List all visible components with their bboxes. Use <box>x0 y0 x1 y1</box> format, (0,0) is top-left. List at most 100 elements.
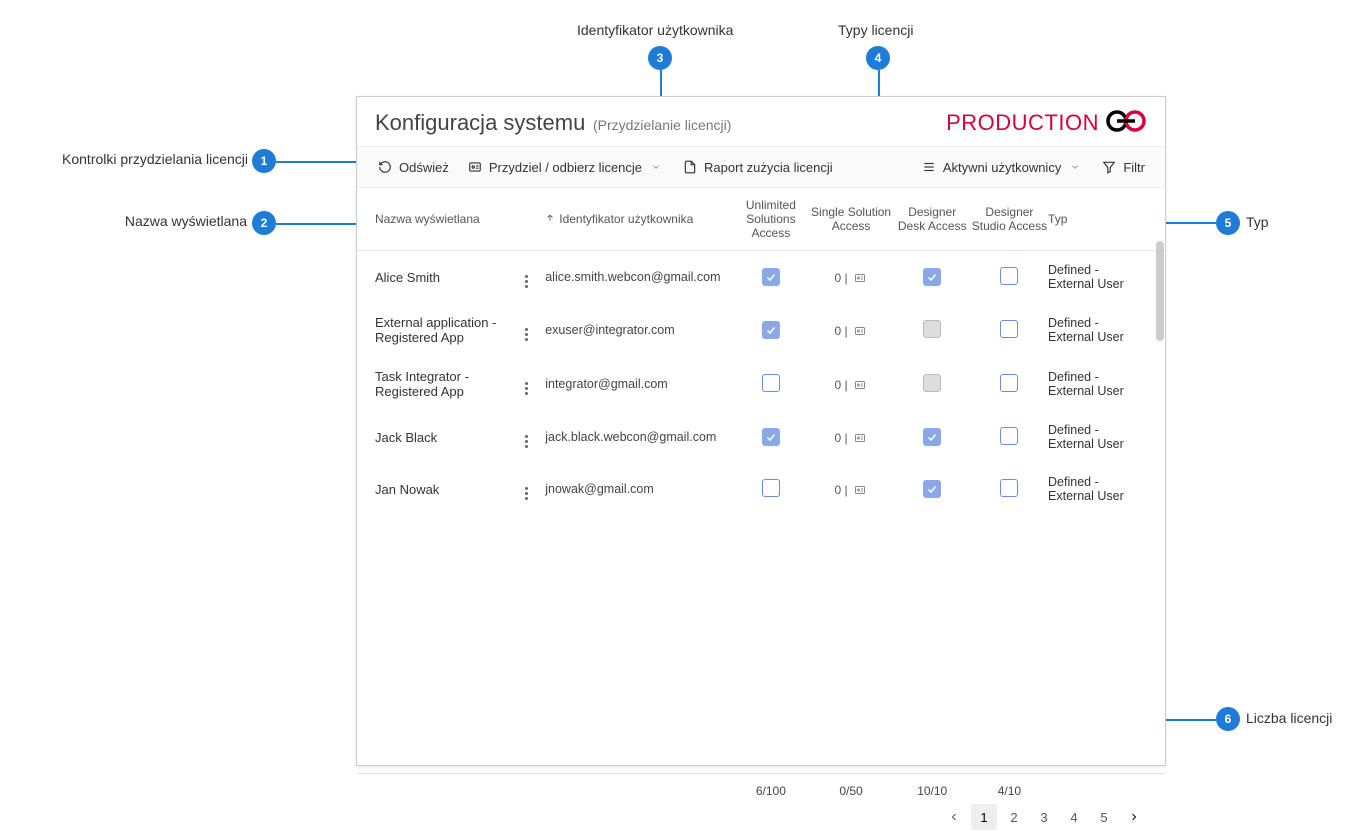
callout-badge-4: 4 <box>866 46 890 70</box>
annotation-controls-label: Kontrolki przydzielania licencji <box>8 151 248 167</box>
checkbox-studio[interactable] <box>1000 320 1018 338</box>
row-menu-button[interactable] <box>525 435 528 448</box>
col-header-unlimited[interactable]: Unlimited Solutions Access <box>733 198 808 240</box>
cell-type: Defined - External User <box>1048 423 1147 451</box>
row-menu-button[interactable] <box>525 487 528 500</box>
checkbox-unlimited[interactable] <box>762 268 780 286</box>
annotation-license-types-label: Typy licencji <box>838 22 913 38</box>
col-header-type[interactable]: Typ <box>1048 212 1147 226</box>
single-access-cell[interactable]: 0 | <box>835 271 868 285</box>
checkbox-desk[interactable] <box>923 480 941 498</box>
filter-icon <box>1101 159 1117 175</box>
callout-badge-5: 5 <box>1216 211 1240 235</box>
col-header-single[interactable]: Single Solution Access <box>809 205 894 233</box>
page-button-1[interactable]: 1 <box>971 804 997 830</box>
checkbox-studio[interactable] <box>1000 374 1018 392</box>
usage-report-button[interactable]: Raport zużycia licencji <box>680 155 835 179</box>
callout-badge-2: 2 <box>252 211 276 235</box>
report-icon <box>682 159 698 175</box>
page-next-button[interactable] <box>1121 804 1147 830</box>
checkbox-desk[interactable] <box>923 268 941 286</box>
checkbox-desk <box>923 374 941 392</box>
cell-user-id: jack.black.webcon@gmail.com <box>545 430 733 444</box>
row-menu-button[interactable] <box>525 328 528 341</box>
count-studio: 4/10 <box>971 784 1048 798</box>
cell-user-id: exuser@integrator.com <box>545 323 733 337</box>
count-single: 0/50 <box>809 784 894 798</box>
refresh-icon <box>377 159 393 175</box>
annotation-display-name-label: Nazwa wyświetlana <box>117 213 247 229</box>
page-title-wrap: Konfiguracja systemu (Przydzielanie lice… <box>375 110 731 136</box>
annotation-type-label: Typ <box>1246 214 1269 230</box>
count-desk: 10/10 <box>894 784 971 798</box>
page-button-2[interactable]: 2 <box>1001 804 1027 830</box>
cell-type: Defined - External User <box>1048 263 1147 291</box>
table-row: Task Integrator - Registered App integra… <box>357 357 1165 411</box>
page-button-4[interactable]: 4 <box>1061 804 1087 830</box>
row-menu-button[interactable] <box>525 275 528 288</box>
cell-type: Defined - External User <box>1048 370 1147 398</box>
checkbox-unlimited[interactable] <box>762 374 780 392</box>
refresh-button[interactable]: Odśwież <box>375 155 451 179</box>
cell-user-id: jnowak@gmail.com <box>545 482 733 496</box>
cell-display-name: Alice Smith <box>375 270 525 285</box>
active-users-dropdown[interactable]: Aktywni użytkownicy <box>919 155 1085 179</box>
table-body-wrap: Alice Smith alice.smith.webcon@gmail.com… <box>357 251 1165 773</box>
callout-badge-3: 3 <box>648 46 672 70</box>
table-header-row: Nazwa wyświetlana Identyfikator użytkown… <box>357 188 1165 251</box>
pagination: 12345 <box>375 800 1147 830</box>
checkbox-studio[interactable] <box>1000 427 1018 445</box>
callout-badge-1: 1 <box>252 149 276 173</box>
callout-badge-6: 6 <box>1216 707 1240 731</box>
single-access-cell[interactable]: 0 | <box>835 483 868 497</box>
table-row: Alice Smith alice.smith.webcon@gmail.com… <box>357 251 1165 303</box>
license-counts-row: 6/100 0/50 10/10 4/10 <box>375 780 1147 800</box>
single-access-cell[interactable]: 0 | <box>835 431 868 445</box>
cell-user-id: integrator@gmail.com <box>545 377 733 391</box>
page-button-5[interactable]: 5 <box>1091 804 1117 830</box>
sort-asc-icon <box>545 212 555 227</box>
cell-user-id: alice.smith.webcon@gmail.com <box>545 270 733 284</box>
col-header-id[interactable]: Identyfikator użytkownika <box>545 212 733 227</box>
checkbox-studio[interactable] <box>1000 267 1018 285</box>
cell-display-name: External application - Registered App <box>375 315 525 345</box>
table-footer: 6/100 0/50 10/10 4/10 12345 <box>357 773 1165 840</box>
annotation-license-count-label: Liczba licencji <box>1246 710 1332 726</box>
count-unlimited: 6/100 <box>733 784 808 798</box>
col-header-desk[interactable]: Designer Desk Access <box>894 205 971 233</box>
table-row: Jack Black jack.black.webcon@gmail.com 0… <box>357 411 1165 463</box>
col-header-name[interactable]: Nazwa wyświetlana <box>375 212 525 226</box>
page-prev-button[interactable] <box>941 804 967 830</box>
page-subtitle: (Przydzielanie licencji) <box>593 117 732 133</box>
brand-logo-icon <box>1105 109 1147 136</box>
checkbox-desk <box>923 320 941 338</box>
single-access-cell[interactable]: 0 | <box>835 378 868 392</box>
checkbox-unlimited[interactable] <box>762 321 780 339</box>
brand: PRODUCTION <box>946 109 1147 136</box>
filter-button[interactable]: Filtr <box>1099 155 1147 179</box>
brand-text: PRODUCTION <box>946 110 1099 136</box>
chevron-down-icon <box>1067 159 1083 175</box>
cell-display-name: Task Integrator - Registered App <box>375 369 525 399</box>
checkbox-unlimited[interactable] <box>762 428 780 446</box>
checkbox-unlimited[interactable] <box>762 479 780 497</box>
assign-license-button[interactable]: Przydziel / odbierz licencje <box>465 155 666 179</box>
panel-header: Konfiguracja systemu (Przydzielanie lice… <box>357 97 1165 146</box>
page-title: Konfiguracja systemu <box>375 110 585 135</box>
scrollbar[interactable] <box>1156 241 1164 341</box>
cell-display-name: Jan Nowak <box>375 482 525 497</box>
cell-type: Defined - External User <box>1048 475 1147 503</box>
annotation-user-id-label: Identyfikator użytkownika <box>577 22 733 38</box>
page-button-3[interactable]: 3 <box>1031 804 1057 830</box>
table-row: External application - Registered App ex… <box>357 303 1165 357</box>
chevron-down-icon <box>648 159 664 175</box>
table-row: Jan Nowak jnowak@gmail.com 0 | Defined -… <box>357 463 1165 515</box>
license-icon <box>467 159 483 175</box>
single-access-cell[interactable]: 0 | <box>835 324 868 338</box>
col-header-studio[interactable]: Designer Studio Access <box>971 205 1048 233</box>
cell-type: Defined - External User <box>1048 316 1147 344</box>
checkbox-desk[interactable] <box>923 428 941 446</box>
checkbox-studio[interactable] <box>1000 479 1018 497</box>
cell-display-name: Jack Black <box>375 430 525 445</box>
row-menu-button[interactable] <box>525 382 528 395</box>
